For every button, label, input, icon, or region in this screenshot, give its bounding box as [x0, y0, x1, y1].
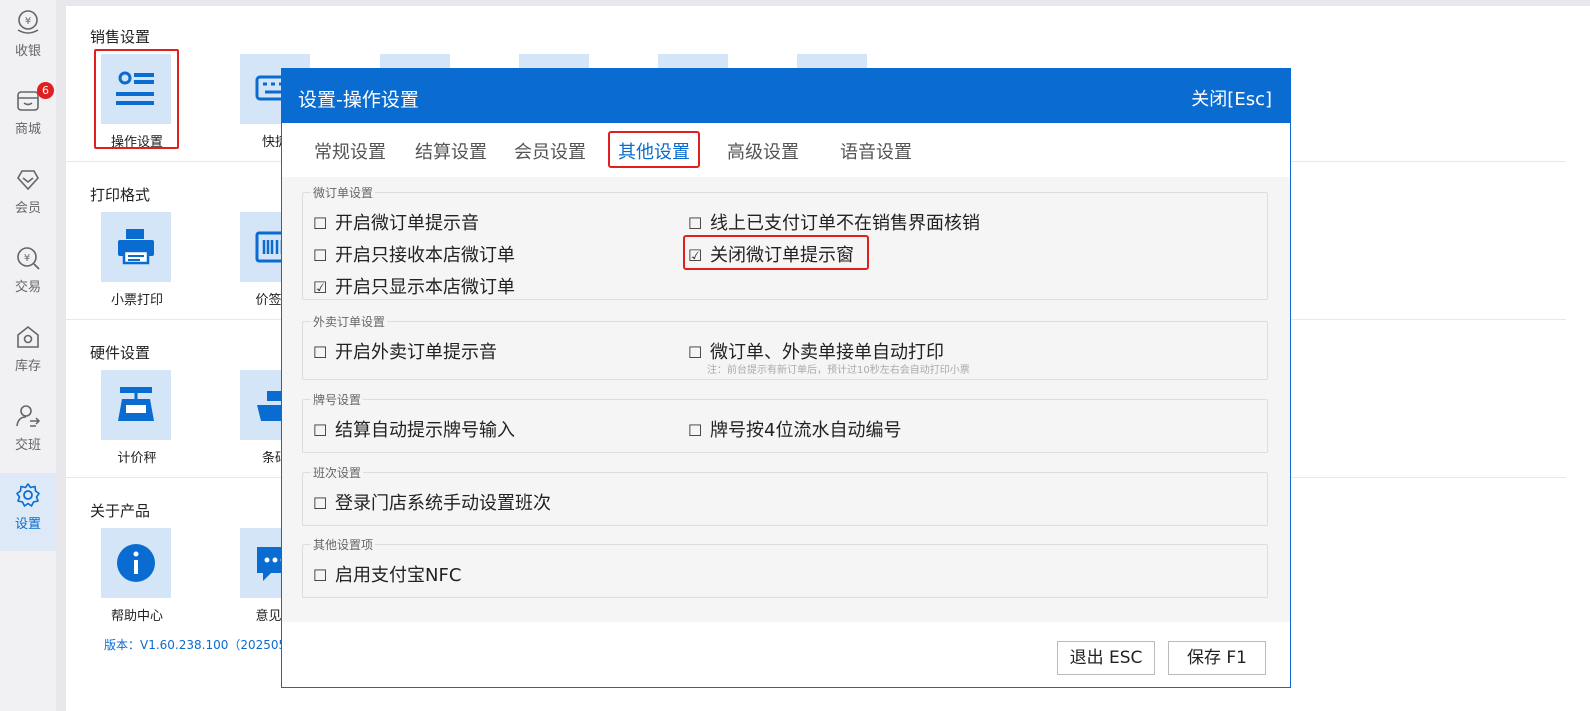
store-badge: 6 — [37, 82, 54, 99]
nav-label: 设置 — [14, 517, 41, 532]
option-plate-auto-number[interactable]: ☐ 牌号按4位流水自动编号 — [688, 416, 901, 442]
option-label: 开启外卖订单提示音 — [335, 342, 497, 363]
option-label: 开启只接收本店微订单 — [335, 245, 515, 266]
section-title-print: 打印格式 — [90, 186, 151, 204]
nav-item-trade[interactable]: ¥ 交易 — [0, 236, 56, 314]
checkbox-unchecked-icon: ☐ — [313, 343, 328, 362]
group-takeout: 外卖订单设置 ☐ 开启外卖订单提示音 ☐ 微订单、外卖单接单自动打印 注：前台提示有… — [302, 313, 1268, 380]
nav-item-member[interactable]: 会员 — [0, 157, 56, 235]
checkbox-unchecked-icon: ☐ — [313, 246, 328, 265]
cashier-icon: ¥ — [17, 10, 39, 34]
auto-print-note: 注：前台提示有新订单后，预计过10秒左右会自动打印小票 — [707, 365, 970, 376]
member-icon — [17, 170, 39, 191]
group-legend: 其他设置项 — [311, 536, 376, 553]
tile-label: 小票打印 — [110, 293, 163, 308]
option-takeout-sound[interactable]: ☐ 开启外卖订单提示音 — [313, 338, 497, 364]
checkbox-unchecked-icon: ☐ — [688, 421, 703, 440]
group-plate: 牌号设置 ☐ 结算自动提示牌号输入 ☐ 牌号按4位流水自动编号 — [302, 391, 1268, 453]
nav-item-shift[interactable]: 交班 — [0, 394, 56, 472]
nav-label: 库存 — [14, 359, 41, 374]
exit-button[interactable]: 退出 ESC — [1057, 641, 1155, 675]
nav-item-settings[interactable]: 设置 — [0, 473, 56, 551]
operation-settings-dialog: 设置-操作设置 关闭[Esc] 常规设置 结算设置 会员设置 其他设置 高级设置… — [281, 68, 1291, 688]
tile-price-scale[interactable] — [101, 370, 171, 440]
shift-icon — [16, 405, 41, 427]
close-button[interactable]: 关闭[Esc] — [1191, 85, 1272, 111]
nav-item-inventory[interactable]: 库存 — [0, 315, 56, 393]
inventory-icon — [17, 325, 39, 348]
svg-text:¥: ¥ — [25, 16, 31, 27]
version-text: 版本：V1.60.238.100（2025051 — [104, 638, 294, 652]
option-label: 结算自动提示牌号输入 — [335, 420, 515, 441]
checkbox-unchecked-icon: ☐ — [688, 343, 703, 362]
dialog-content: 微订单设置 ☐ 开启微订单提示音 ☐ 线上已支付订单不在销售界面核销 ☐ 开启只接收本… — [282, 177, 1290, 622]
tab-bar: 常规设置 结算设置 会员设置 其他设置 高级设置 语音设置 — [282, 123, 1290, 177]
option-label: 开启只显示本店微订单 — [335, 277, 515, 298]
nav-item-cashier[interactable]: ¥ 收银 — [0, 0, 56, 78]
option-label: 开启微订单提示音 — [335, 213, 479, 234]
group-legend: 牌号设置 — [311, 391, 364, 408]
section-title-about: 关于产品 — [90, 502, 151, 520]
option-online-paid-no-verify[interactable]: ☐ 线上已支付订单不在销售界面核销 — [688, 209, 980, 235]
tile-receipt-print[interactable] — [101, 212, 171, 282]
option-weorder-sound[interactable]: ☐ 开启微订单提示音 — [313, 209, 479, 235]
nav-label: 商城 — [14, 122, 41, 137]
option-receive-own-store[interactable]: ☐ 开启只接收本店微订单 — [313, 241, 515, 267]
highlight-operation-settings — [94, 49, 179, 149]
option-manual-shift[interactable]: ☐ 登录门店系统手动设置班次 — [313, 489, 551, 515]
checkbox-unchecked-icon: ☐ — [313, 566, 328, 585]
group-shift: 班次设置 ☐ 登录门店系统手动设置班次 — [302, 464, 1268, 526]
option-label: 微订单、外卖单接单自动打印 — [710, 342, 944, 363]
option-prompt-plate[interactable]: ☐ 结算自动提示牌号输入 — [313, 416, 515, 442]
checkbox-unchecked-icon: ☐ — [313, 494, 328, 513]
option-label: 牌号按4位流水自动编号 — [710, 420, 902, 441]
checkbox-unchecked-icon: ☐ — [313, 214, 328, 233]
tab-member[interactable]: 会员设置 — [514, 138, 586, 164]
section-title-sales: 销售设置 — [90, 28, 151, 46]
tab-advanced[interactable]: 高级设置 — [727, 138, 799, 164]
option-label: 启用支付宝NFC — [335, 565, 462, 586]
save-button[interactable]: 保存 F1 — [1168, 641, 1266, 675]
tile-label: 帮助中心 — [110, 609, 163, 624]
gear-icon — [16, 483, 40, 507]
highlight-close-weorder-popup — [683, 235, 869, 270]
tile-label: 计价秤 — [117, 451, 157, 466]
checkbox-unchecked-icon: ☐ — [688, 214, 703, 233]
dialog-header: 设置-操作设置 关闭[Esc] — [282, 69, 1290, 123]
nav-label: 会员 — [14, 201, 41, 216]
scale-icon — [118, 387, 154, 421]
tile-help-center[interactable] — [101, 528, 171, 598]
option-label: 登录门店系统手动设置班次 — [335, 493, 551, 514]
tab-general[interactable]: 常规设置 — [314, 138, 386, 164]
nav-label: 交易 — [14, 280, 41, 295]
nav-label: 交班 — [14, 438, 41, 453]
trade-icon: ¥ — [17, 247, 40, 270]
tab-checkout[interactable]: 结算设置 — [415, 138, 487, 164]
option-show-own-store[interactable]: ☑ 开启只显示本店微订单 — [313, 273, 515, 299]
checkbox-checked-icon: ☑ — [313, 278, 328, 297]
group-legend: 班次设置 — [311, 464, 364, 481]
nav-label: 收银 — [14, 44, 41, 59]
group-weorder: 微订单设置 ☐ 开启微订单提示音 ☐ 线上已支付订单不在销售界面核销 ☐ 开启只接收本… — [302, 184, 1268, 300]
option-label: 线上已支付订单不在销售界面核销 — [710, 213, 980, 234]
highlight-tab-other — [608, 131, 700, 168]
checkbox-unchecked-icon: ☐ — [313, 421, 328, 440]
svg-text:¥: ¥ — [24, 253, 30, 264]
dialog-title: 设置-操作设置 — [298, 89, 419, 111]
tab-voice[interactable]: 语音设置 — [840, 138, 912, 164]
option-alipay-nfc[interactable]: ☐ 启用支付宝NFC — [313, 561, 461, 587]
group-legend: 外卖订单设置 — [311, 313, 388, 330]
left-nav: ¥ 收银 商城 6 会员 ¥ 交易 库存 交班 设置 — [0, 0, 56, 711]
group-legend: 微订单设置 — [311, 184, 376, 201]
section-title-hardware: 硬件设置 — [90, 344, 151, 362]
group-other: 其他设置项 ☐ 启用支付宝NFC — [302, 536, 1268, 598]
printer-icon — [118, 229, 154, 265]
info-icon — [117, 544, 155, 582]
